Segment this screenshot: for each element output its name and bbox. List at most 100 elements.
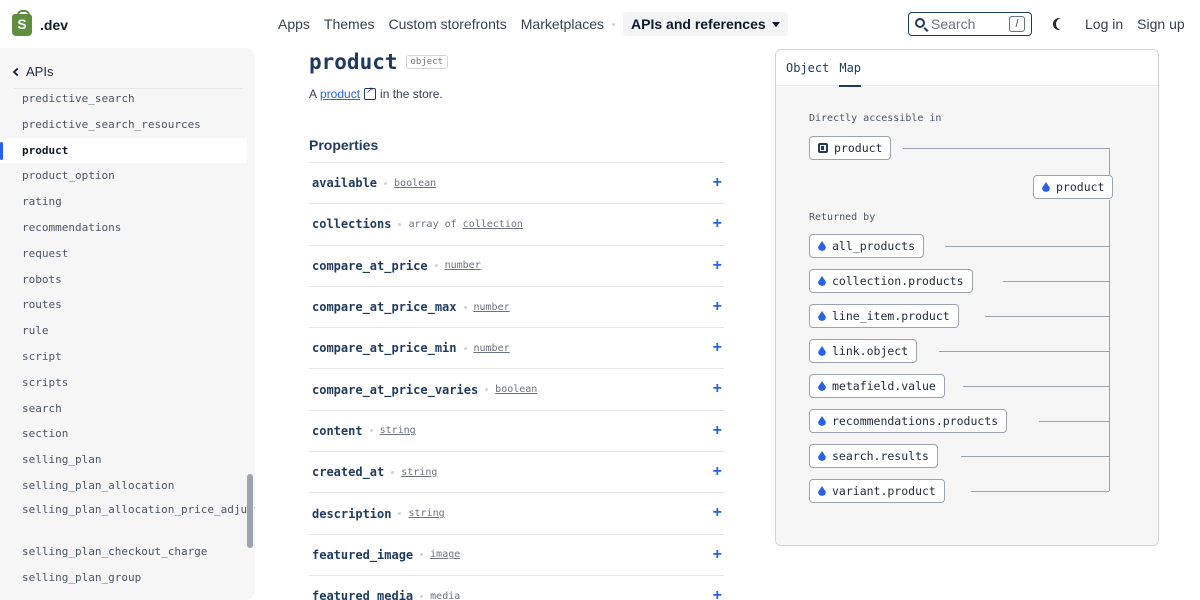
product-doc-link[interactable]: product <box>320 87 360 101</box>
property-name: collections <box>312 217 392 232</box>
property-separator <box>384 181 388 185</box>
property-type[interactable]: collection <box>463 219 523 230</box>
nav-item-themes[interactable]: Themes <box>324 12 375 36</box>
expand-plus-icon[interactable]: + <box>713 587 722 600</box>
auth-links: Log in Sign up <box>1085 16 1185 32</box>
property-row[interactable]: available boolean + <box>309 162 724 203</box>
expand-plus-icon[interactable]: + <box>713 257 722 274</box>
property-row[interactable]: compare_at_price number + <box>309 244 724 286</box>
property-row[interactable]: compare_at_price_varies boolean + <box>309 368 724 409</box>
sidebar-item-script[interactable]: script <box>0 344 250 370</box>
property-type[interactable]: string <box>408 508 444 519</box>
liquid-drop-icon <box>818 486 826 496</box>
logo[interactable]: S .dev <box>12 10 68 36</box>
desc-suffix: in the store. <box>380 87 443 101</box>
map-chip-label: variant.product <box>832 484 936 498</box>
login-link[interactable]: Log in <box>1085 16 1123 32</box>
sidebar-item-predictive-search[interactable]: predictive_search <box>0 86 250 112</box>
sidebar-item-robots[interactable]: robots <box>0 267 250 293</box>
sidebar-item-recommendations[interactable]: recommendations <box>0 215 250 241</box>
map-connector <box>971 491 1109 492</box>
map-chip-search-results[interactable]: search.results <box>809 444 938 468</box>
map-chip-collection-products[interactable]: collection.products <box>809 269 973 293</box>
object-map-panel: Object Map Directly accessible in produc… <box>775 49 1159 546</box>
property-type[interactable]: boolean <box>394 178 436 189</box>
property-type[interactable]: number <box>474 302 510 313</box>
sidebar-item-selling-plan[interactable]: selling_plan <box>0 447 250 473</box>
nav-item-marketplaces[interactable]: Marketplaces <box>521 12 604 36</box>
property-type[interactable]: boolean <box>495 384 537 395</box>
sidebar-item-predictive-search-resources[interactable]: predictive_search_resources <box>0 112 250 138</box>
search-placeholder: Search <box>931 16 976 32</box>
sidebar-item-selling-plan-group[interactable]: selling_plan_group <box>0 565 250 591</box>
sidebar: APIs predictive_search predictive_search_… <box>0 48 255 600</box>
map-chip-all-products[interactable]: all_products <box>809 234 925 258</box>
expand-plus-icon[interactable]: + <box>713 298 722 315</box>
panel-tabs: Object Map <box>776 50 1158 87</box>
property-row[interactable]: compare_at_price_min number + <box>309 327 724 368</box>
page-title: product <box>309 50 398 74</box>
sidebar-scrollbar[interactable] <box>247 474 253 548</box>
property-type: media <box>430 590 461 600</box>
property-row[interactable]: description string + <box>309 492 724 533</box>
nav-item-apis-and-references[interactable]: APIs and references <box>623 12 788 36</box>
expand-plus-icon[interactable]: + <box>713 546 722 563</box>
map-chip-metafield-value[interactable]: metafield.value <box>809 374 945 398</box>
map-chip-recommendations-products[interactable]: recommendations.products <box>809 409 1008 433</box>
tab-map[interactable]: Map <box>839 50 861 87</box>
expand-plus-icon[interactable]: + <box>713 505 722 521</box>
sidebar-item-routes[interactable]: routes <box>0 292 250 318</box>
nav-item-apps[interactable]: Apps <box>278 12 310 36</box>
property-type[interactable]: string <box>380 425 416 436</box>
property-type[interactable]: string <box>401 467 437 478</box>
property-row[interactable]: featured_image image + <box>309 533 724 575</box>
map-chip-product-target[interactable]: product <box>1033 175 1114 199</box>
map-chip-variant-product[interactable]: variant.product <box>809 479 945 503</box>
expand-plus-icon[interactable]: + <box>713 381 722 397</box>
sidebar-item-scripts[interactable]: scripts <box>0 370 250 396</box>
moon-icon[interactable] <box>1056 18 1068 30</box>
map-chip-label: recommendations.products <box>832 414 999 428</box>
map-chip-product-global[interactable]: product <box>809 136 892 160</box>
page-description: A product in the store. <box>309 86 443 101</box>
nav-item-custom-storefronts[interactable]: Custom storefronts <box>389 12 507 36</box>
property-row[interactable]: compare_at_price_max number + <box>309 285 724 327</box>
property-type[interactable]: number <box>445 260 481 271</box>
caret-down-icon <box>771 21 780 27</box>
signup-link[interactable]: Sign up <box>1137 16 1184 32</box>
expand-plus-icon[interactable]: + <box>713 464 722 480</box>
sidebar-item-selling-plan-allocation-price-adjustment[interactable]: selling_plan_allocation_price_adjustment <box>0 499 255 539</box>
expand-plus-icon[interactable]: + <box>713 175 722 191</box>
sidebar-item-section[interactable]: section <box>0 421 250 447</box>
directly-accessible-label: Directly accessible in <box>809 113 942 124</box>
expand-plus-icon[interactable]: + <box>713 340 722 356</box>
property-separator <box>398 222 402 226</box>
top-nav-bar: S .dev Apps Themes Custom storefronts Ma… <box>0 0 1200 48</box>
liquid-drop-icon <box>818 311 826 321</box>
sidebar-item-product-option[interactable]: product_option <box>0 163 250 189</box>
map-chip-line-item-product[interactable]: line_item.product <box>809 304 959 328</box>
sidebar-item-search[interactable]: search <box>0 396 250 422</box>
tab-object[interactable]: Object <box>786 50 829 86</box>
sidebar-item-selling-plan-allocation[interactable]: selling_plan_allocation <box>0 473 250 499</box>
property-row[interactable]: content string + <box>309 409 724 451</box>
sidebar-item-rating[interactable]: rating <box>0 189 250 215</box>
property-row[interactable]: created_at string + <box>309 451 724 492</box>
property-type[interactable]: number <box>474 343 510 354</box>
search-box[interactable]: Search / <box>908 12 1032 36</box>
sidebar-item-request[interactable]: request <box>0 241 250 267</box>
expand-plus-icon[interactable]: + <box>713 216 722 232</box>
expand-plus-icon[interactable]: + <box>713 422 722 439</box>
property-type[interactable]: image <box>430 549 460 560</box>
sidebar-item-product[interactable]: product <box>0 137 247 164</box>
property-name: description <box>312 506 392 521</box>
property-row[interactable]: featured_media media + <box>309 574 724 600</box>
map-connector <box>963 386 1109 387</box>
back-to-apis[interactable]: APIs <box>12 64 53 79</box>
property-row[interactable]: collections array of collection + <box>309 203 724 244</box>
sidebar-item-selling-plan-checkout-charge[interactable]: selling_plan_checkout_charge <box>0 539 250 565</box>
sidebar-item-rule[interactable]: rule <box>0 318 250 344</box>
property-separator <box>369 429 373 433</box>
property-separator <box>434 264 438 268</box>
map-chip-link-object[interactable]: link.object <box>809 339 918 363</box>
